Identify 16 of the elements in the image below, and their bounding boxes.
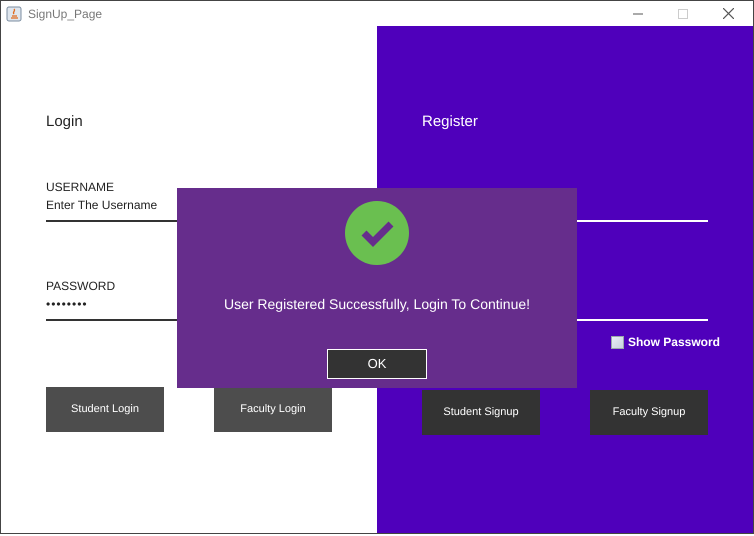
show-password-label: Show Password xyxy=(628,334,720,351)
app-icon xyxy=(6,6,22,22)
close-icon[interactable] xyxy=(723,8,734,19)
show-password-checkbox[interactable] xyxy=(610,336,624,348)
student-login-button[interactable]: Student Login xyxy=(46,387,164,432)
window-title: SignUp_Page xyxy=(28,6,102,22)
faculty-signup-button[interactable]: Faculty Signup xyxy=(590,390,708,435)
ok-button[interactable]: OK xyxy=(327,349,427,379)
checkmark-icon xyxy=(345,201,409,265)
student-signup-button[interactable]: Student Signup xyxy=(422,390,540,435)
password-label: PASSWORD xyxy=(46,278,116,292)
dialog-message: User Registered Successfully, Login To Continue! xyxy=(224,295,530,314)
username-label: USERNAME xyxy=(46,179,116,193)
login-heading: Login xyxy=(46,112,84,131)
register-heading: Register xyxy=(422,112,479,131)
faculty-login-button[interactable]: Faculty Login xyxy=(214,387,332,432)
